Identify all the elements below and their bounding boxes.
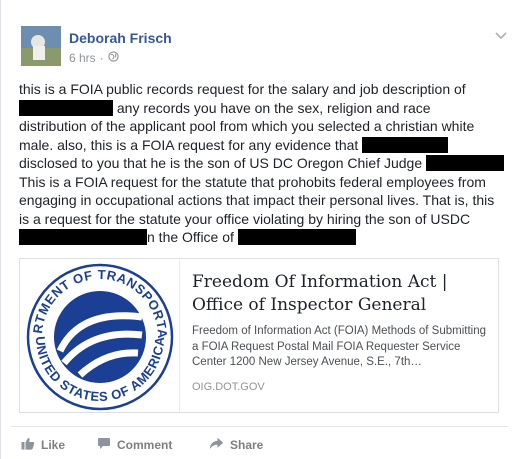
post-line: male. also, this is a FOIA request for a… bbox=[19, 136, 517, 155]
share-label: Share bbox=[230, 438, 264, 452]
dot-seal-image[interactable]: DEPARTMENT OF TRANSPORTATION UNITED STAT… bbox=[15, 247, 180, 412]
post-timestamp[interactable]: 6 hrs bbox=[69, 51, 96, 65]
link-description: Freedom of Information Act (FOIA) Method… bbox=[192, 325, 487, 368]
post-text-segment: disclosed to you that he is the son of U… bbox=[19, 155, 427, 171]
redaction-bar bbox=[362, 136, 449, 153]
post-meta: 6 hrs · bbox=[69, 51, 119, 65]
post-line: n the Office of bbox=[19, 228, 517, 247]
avatar[interactable] bbox=[21, 26, 61, 66]
post-line: distribution of the applicant pool from … bbox=[19, 118, 475, 134]
chevron-down-icon[interactable] bbox=[494, 28, 508, 40]
link-preview[interactable]: DEPARTMENT OF TRANSPORTATION UNITED STAT… bbox=[15, 247, 499, 413]
redaction-bar bbox=[237, 229, 356, 245]
like-label: Like bbox=[41, 438, 66, 452]
redaction-bar bbox=[426, 155, 505, 171]
redaction-bar bbox=[19, 99, 113, 116]
post-body: this is a FOIA public records request fo… bbox=[19, 80, 517, 247]
post-line: This is a FOIA request for the statute t… bbox=[19, 173, 486, 190]
share-arrow-icon bbox=[209, 437, 224, 453]
author-name[interactable]: Deborah Frisch bbox=[69, 30, 172, 46]
post-line: engaging in occupational actions that im… bbox=[19, 192, 495, 208]
post-text-segment: any records you have on the sex, religio… bbox=[113, 99, 431, 116]
like-button[interactable]: Like bbox=[21, 437, 97, 453]
comment-label: Comment bbox=[117, 438, 173, 452]
post-text-segment: n the Office of bbox=[147, 229, 238, 245]
post-text-segment: male. also, this is a FOIA request for a… bbox=[19, 136, 363, 153]
meta-separator: · bbox=[99, 51, 104, 65]
actions-divider bbox=[11, 426, 508, 427]
share-button[interactable]: Share bbox=[209, 437, 263, 453]
link-domain: OIG.DOT.GOV bbox=[192, 381, 265, 393]
speech-bubble-icon bbox=[97, 437, 111, 453]
post-card: Deborah Frisch 6 hrs · this is a FOIA pu… bbox=[0, 0, 517, 459]
post-line: this is a FOIA public records request fo… bbox=[19, 81, 466, 97]
post-line: any records you have on the sex, religio… bbox=[19, 99, 517, 118]
post-line: is a request for the statute your office… bbox=[19, 210, 471, 227]
post-actions: Like Comment Share bbox=[21, 437, 263, 453]
globe-icon[interactable] bbox=[108, 51, 119, 65]
redaction-bar bbox=[19, 229, 147, 245]
post-line: disclosed to you that he is the son of U… bbox=[19, 154, 517, 173]
comment-button[interactable]: Comment bbox=[97, 437, 209, 453]
link-title[interactable]: Freedom Of Information Act | Office of I… bbox=[192, 271, 492, 317]
thumbs-up-icon bbox=[21, 437, 35, 453]
